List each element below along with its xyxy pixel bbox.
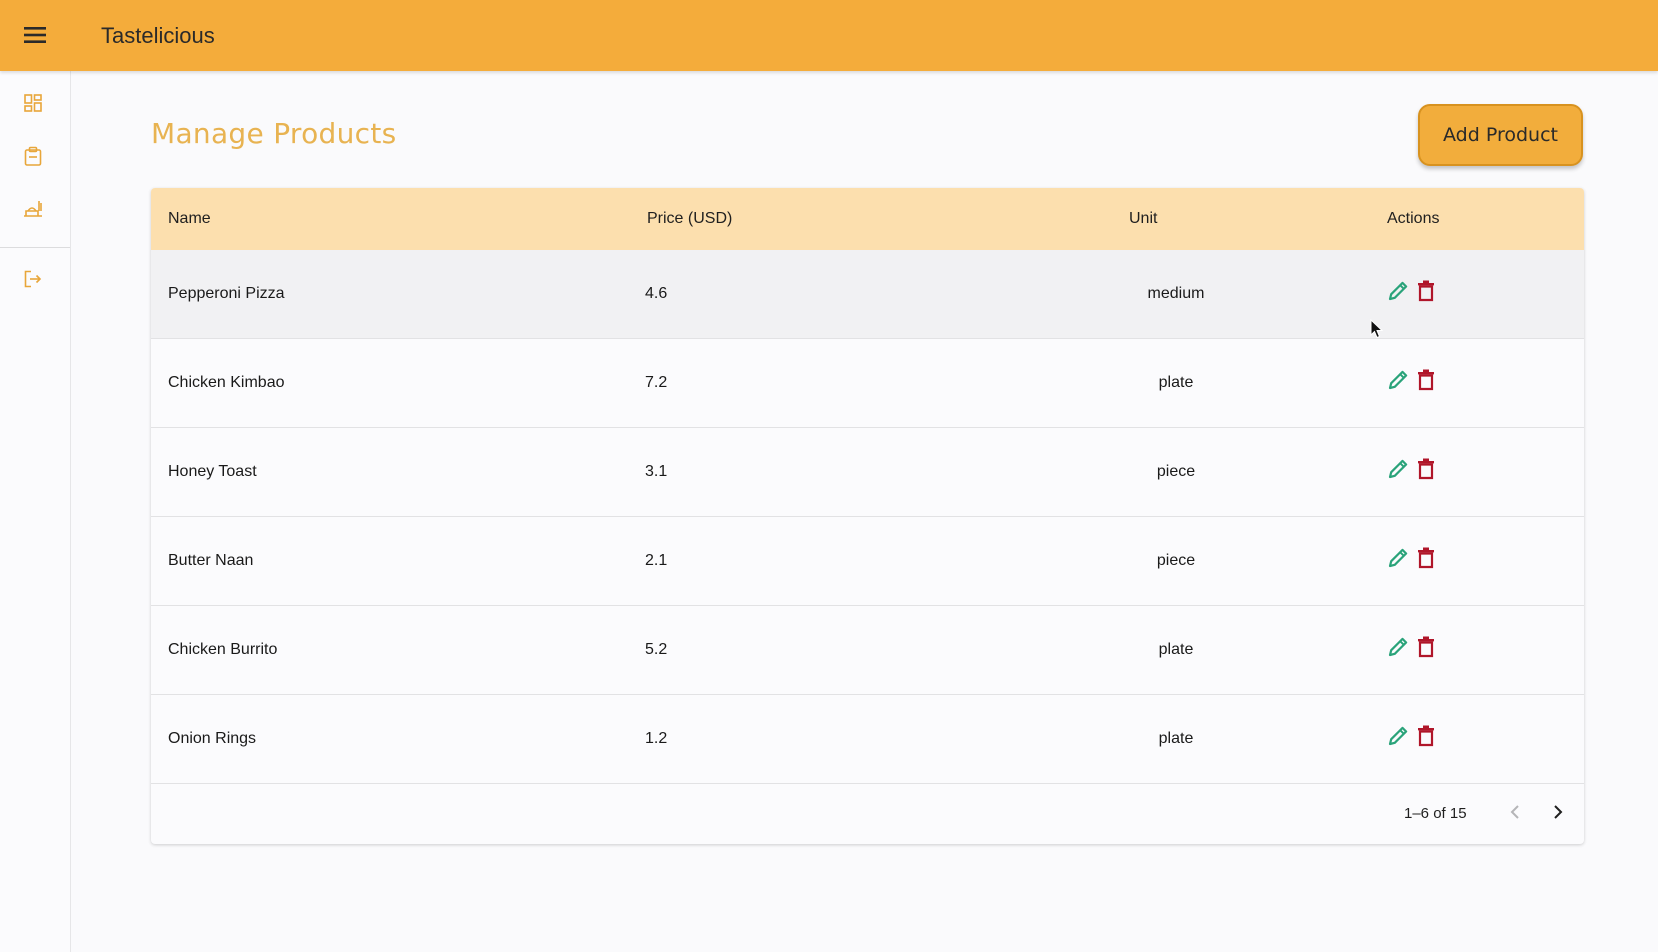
- trash-icon: [1417, 280, 1435, 307]
- product-name: Pepperoni Pizza: [168, 285, 285, 302]
- pencil-icon: [1387, 636, 1409, 663]
- page-title: Manage Products: [151, 117, 397, 150]
- edit-product-button[interactable]: [1385, 547, 1411, 573]
- column-header-name[interactable]: Name: [168, 188, 211, 250]
- trash-icon: [1417, 369, 1435, 396]
- pencil-icon: [1387, 547, 1409, 574]
- edit-product-button[interactable]: [1385, 458, 1411, 484]
- logout-icon: [24, 270, 42, 293]
- product-unit: plate: [1158, 641, 1194, 658]
- delete-product-button[interactable]: [1413, 458, 1439, 484]
- pencil-icon: [1387, 369, 1409, 396]
- pagination-next-button[interactable]: [1543, 799, 1573, 829]
- hamburger-menu-icon[interactable]: [17, 17, 53, 53]
- product-price: 1.2: [645, 730, 668, 747]
- product-name: Honey Toast: [168, 463, 257, 480]
- column-header-actions: Actions: [1387, 210, 1440, 227]
- product-unit: plate: [1158, 374, 1194, 391]
- trash-icon: [1417, 458, 1435, 485]
- table-row[interactable]: Honey Toast 3.1 piece: [151, 428, 1584, 517]
- pencil-icon: [1387, 280, 1409, 307]
- product-name: Onion Rings: [168, 730, 257, 747]
- product-unit: piece: [1156, 552, 1196, 569]
- clipboard-icon: [24, 146, 42, 171]
- trash-icon: [1417, 725, 1435, 752]
- pencil-icon: [1387, 458, 1409, 485]
- table-pagination: 1–6 of 15: [151, 784, 1584, 844]
- add-product-button[interactable]: Add Product: [1418, 104, 1583, 166]
- delete-product-button[interactable]: [1413, 280, 1439, 306]
- product-price: 5.2: [645, 641, 668, 658]
- product-unit: piece: [1156, 463, 1196, 480]
- trash-icon: [1417, 636, 1435, 663]
- product-price: 4.6: [645, 285, 668, 302]
- chevron-right-icon: [1553, 804, 1563, 824]
- delete-product-button[interactable]: [1413, 636, 1439, 662]
- product-unit: medium: [1147, 285, 1205, 302]
- pagination-prev-button[interactable]: [1500, 799, 1530, 829]
- product-price: 3.1: [645, 463, 668, 480]
- products-table: Name Price (USD) Unit Actions Pepperoni …: [151, 188, 1584, 844]
- product-name: Chicken Burrito: [168, 641, 278, 658]
- delete-product-button[interactable]: [1413, 369, 1439, 395]
- product-price: 2.1: [645, 552, 668, 569]
- table-row[interactable]: Chicken Kimbao 7.2 plate: [151, 339, 1584, 428]
- sidebar: [0, 71, 71, 952]
- column-header-price[interactable]: Price (USD): [647, 188, 732, 250]
- sidebar-item-logout[interactable]: [16, 264, 50, 298]
- product-name: Butter Naan: [168, 552, 254, 569]
- sidebar-item-orders[interactable]: [16, 141, 50, 175]
- edit-product-button[interactable]: [1385, 636, 1411, 662]
- mouse-cursor: [1370, 318, 1384, 339]
- app-title: Tastelicious: [101, 23, 215, 48]
- sidebar-divider: [0, 247, 70, 248]
- table-row[interactable]: Onion Rings 1.2 plate: [151, 695, 1584, 784]
- product-unit: plate: [1158, 730, 1194, 747]
- pencil-icon: [1387, 725, 1409, 752]
- sidebar-item-products[interactable]: [16, 194, 50, 228]
- food-tray-icon: [23, 199, 43, 224]
- trash-icon: [1417, 547, 1435, 574]
- pagination-range: 1–6 of 15: [1404, 805, 1467, 822]
- chevron-left-icon: [1510, 804, 1520, 824]
- app-bar: Tastelicious: [0, 0, 1658, 71]
- edit-product-button[interactable]: [1385, 369, 1411, 395]
- product-name: Chicken Kimbao: [168, 374, 285, 391]
- column-header-unit[interactable]: Unit: [1129, 188, 1157, 250]
- edit-product-button[interactable]: [1385, 725, 1411, 751]
- product-price: 7.2: [645, 374, 668, 391]
- edit-product-button[interactable]: [1385, 280, 1411, 306]
- sidebar-item-dashboard[interactable]: [16, 88, 50, 122]
- table-row[interactable]: Butter Naan 2.1 piece: [151, 517, 1584, 606]
- delete-product-button[interactable]: [1413, 725, 1439, 751]
- table-row[interactable]: Chicken Burrito 5.2 plate: [151, 606, 1584, 695]
- dashboard-grid-icon: [24, 93, 42, 117]
- table-header: Name Price (USD) Unit Actions: [151, 188, 1584, 250]
- delete-product-button[interactable]: [1413, 547, 1439, 573]
